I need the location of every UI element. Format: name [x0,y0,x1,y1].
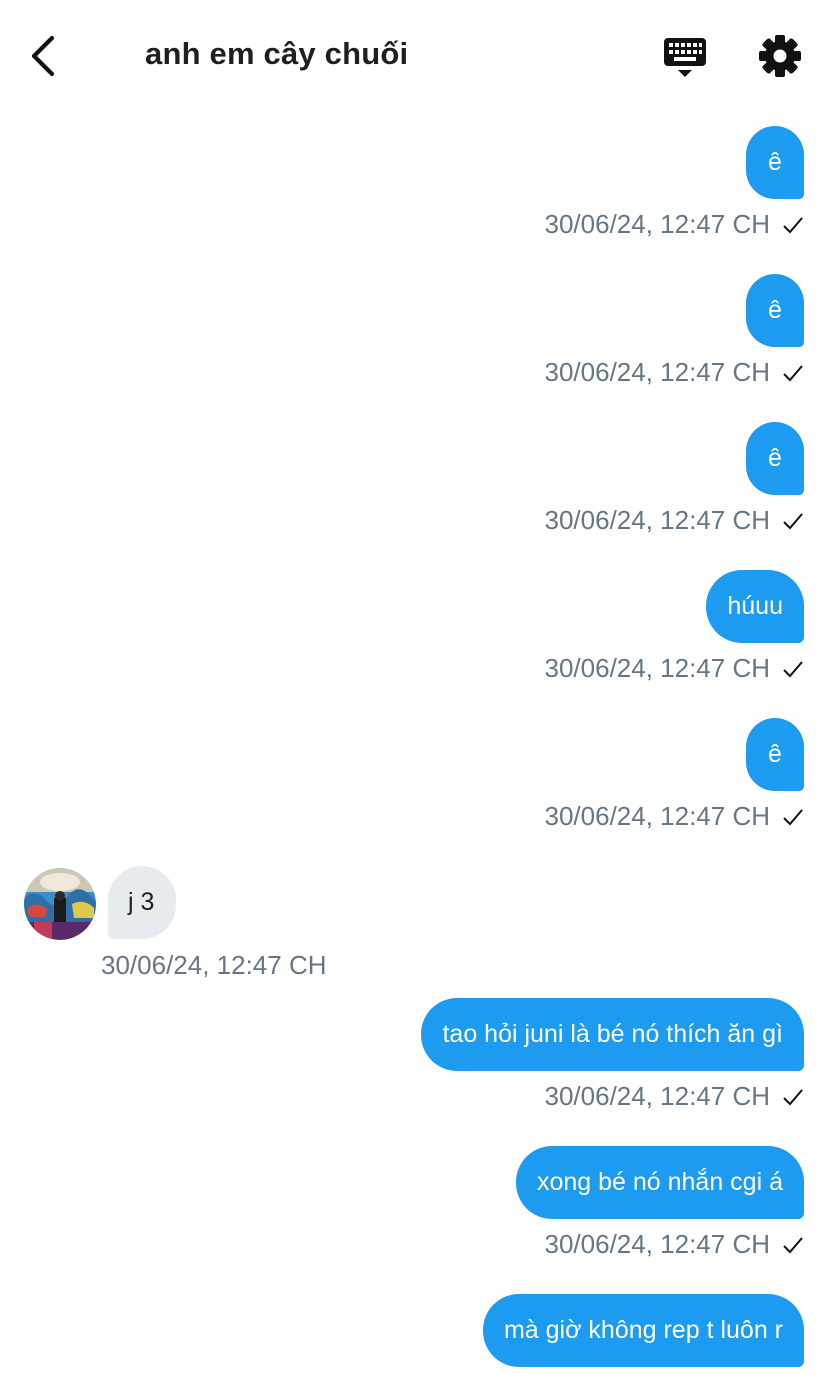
message-timestamp: 30/06/24, 12:47 CH [544,357,771,387]
keyboard-icon [664,38,706,77]
message-meta: 30/06/24, 12:47 CH [545,1081,805,1112]
checkmark-icon [783,808,803,825]
checkmark-icon [783,364,803,381]
message-item[interactable]: húuu 30/06/24, 12:47 CH [545,570,805,684]
message-meta: 30/06/24, 12:47 CH [545,801,805,832]
message-timestamp: 30/06/24, 12:47 CH [544,801,771,831]
incoming-message-bubble[interactable]: j 3 [108,866,177,939]
outgoing-message-bubble[interactable]: húuu [706,570,804,643]
outgoing-message-bubble[interactable]: tao hỏi juni là bé nó thích ăn gì [421,998,804,1071]
message-list[interactable]: ê 30/06/24, 12:47 CH ê 30/06/24, 12:47 C… [0,110,828,1375]
message-meta: 30/06/24, 12:47 CH [545,357,805,388]
avatar-image [24,868,96,940]
gear-icon [759,35,801,77]
settings-button[interactable] [756,32,804,80]
checkmark-icon [783,216,803,233]
message-item[interactable]: ê 30/06/24, 12:47 CH [545,126,805,240]
message-item[interactable]: ê 30/06/24, 12:47 CH [545,422,805,536]
outgoing-message-bubble[interactable]: xong bé nó nhắn cgi á [515,1146,804,1219]
keyboard-button[interactable] [660,34,710,80]
outgoing-message-bubble[interactable]: ê [746,126,804,199]
message-item[interactable]: xong bé nó nhắn cgi á 30/06/24, 12:47 CH [515,1146,805,1260]
message-item[interactable]: ê 30/06/24, 12:47 CH [545,274,805,388]
message-meta: 30/06/24, 12:47 CH [545,653,805,684]
checkmark-icon [783,512,803,529]
checkmark-icon [783,1088,803,1105]
message-timestamp: 30/06/24, 12:47 CH [101,950,327,980]
checkmark-icon [783,1236,803,1253]
chat-screen: anh em cây chuối ê 30/06/24, 12:47 CH ê … [0,0,828,1375]
message-item[interactable]: mà giờ không rep t luôn r [482,1294,804,1367]
checkmark-icon [783,660,803,677]
back-button[interactable] [24,32,68,80]
conversation-title: anh em cây chuối [145,36,409,71]
chat-header: anh em cây chuối [0,0,828,110]
message-timestamp: 30/06/24, 12:47 CH [544,209,771,239]
message-item[interactable]: tao hỏi juni là bé nó thích ăn gì 30/06/… [421,998,804,1112]
message-timestamp: 30/06/24, 12:47 CH [544,1229,771,1259]
message-timestamp: 30/06/24, 12:47 CH [544,505,771,535]
outgoing-message-bubble[interactable]: ê [746,274,804,347]
message-meta: 30/06/24, 12:47 CH [545,1229,805,1260]
message-item[interactable]: ê 30/06/24, 12:47 CH [545,718,805,832]
message-meta: 30/06/24, 12:47 CH [545,209,805,240]
chevron-left-icon [31,35,55,77]
message-timestamp: 30/06/24, 12:47 CH [544,653,771,683]
message-meta: 30/06/24, 12:47 CH [545,505,805,536]
outgoing-message-bubble[interactable]: mà giờ không rep t luôn r [482,1294,804,1367]
outgoing-message-bubble[interactable]: ê [746,422,804,495]
outgoing-message-bubble[interactable]: ê [746,718,804,791]
message-timestamp: 30/06/24, 12:47 CH [544,1081,771,1111]
avatar[interactable] [24,868,96,940]
